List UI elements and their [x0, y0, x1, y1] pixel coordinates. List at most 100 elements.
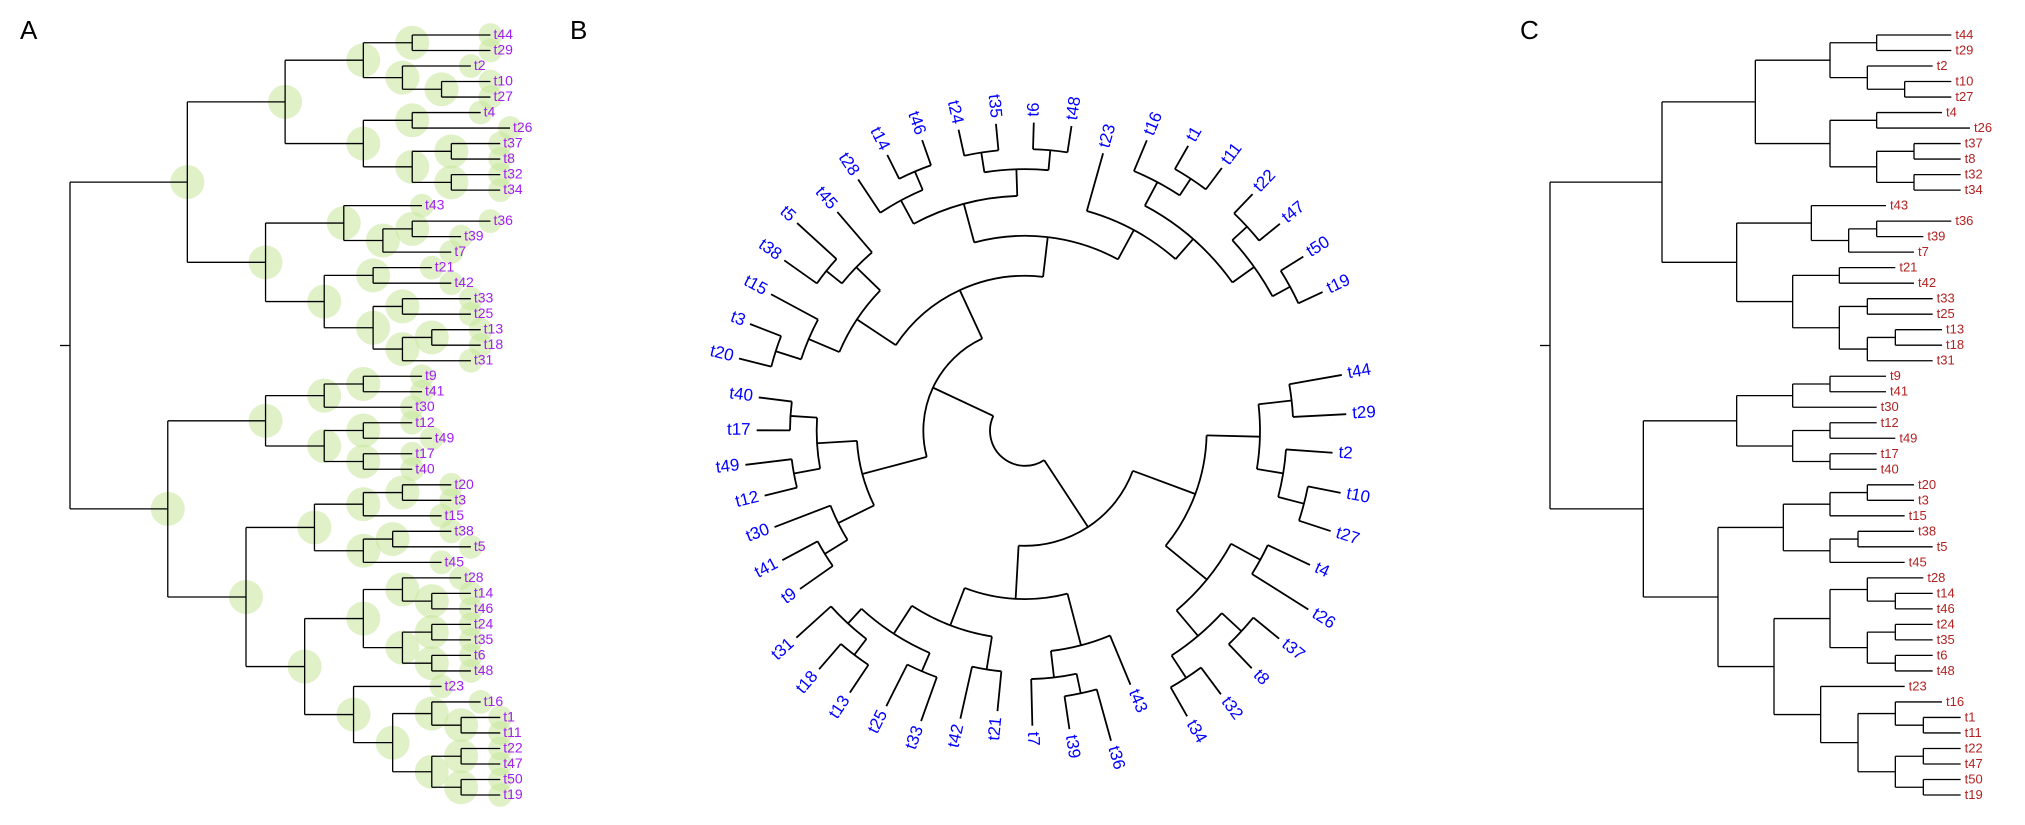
tip-label: t28 [464, 569, 484, 585]
tip-label: t13 [1946, 322, 1964, 337]
tip-label: t48 [1062, 95, 1084, 121]
tip-label: t5 [776, 202, 799, 226]
tip-label: t8 [503, 150, 515, 166]
tip-label: t25 [474, 305, 494, 321]
tip-label: t13 [484, 321, 504, 337]
tip-label: t25 [1937, 306, 1955, 321]
tip-label: t40 [415, 460, 435, 476]
tip-label: t50 [503, 770, 523, 786]
tip-label: t38 [755, 235, 785, 264]
tip-label: t8 [1965, 151, 1976, 166]
tip-label: t34 [1183, 716, 1211, 746]
tip-label: t42 [454, 274, 474, 290]
tip-label: t42 [1918, 275, 1936, 290]
tip-label: t43 [1890, 198, 1908, 213]
tip-label: t41 [1890, 384, 1908, 399]
tip-label: t7 [1024, 731, 1043, 746]
tip-label: t39 [464, 228, 484, 244]
tip-label: t35 [1937, 632, 1955, 647]
tip-label: t49 [715, 455, 741, 477]
tip-label: t31 [1937, 353, 1955, 368]
tip-label: t40 [1881, 461, 1899, 476]
tip-label: t29 [1352, 402, 1377, 422]
tip-label: t23 [445, 677, 465, 693]
tip-label: t46 [904, 109, 930, 138]
tip-label: t17 [415, 445, 435, 461]
tip-label: t32 [503, 166, 523, 182]
tree-panel-a: t44t29t2t10t27t4t26t37t8t32t34t43t36t39t… [30, 20, 570, 810]
tip-label: t5 [474, 538, 486, 554]
tip-label: t18 [484, 336, 504, 352]
tip-label: t41 [425, 383, 445, 399]
tip-label: t37 [503, 135, 523, 151]
tip-label: t7 [454, 243, 466, 259]
tip-label: t22 [1965, 740, 1983, 755]
tip-label: t50 [1965, 771, 1983, 786]
tip-label: t20 [708, 341, 736, 365]
tip-label: t8 [1250, 665, 1274, 688]
tip-label: t17 [727, 420, 751, 439]
tip-label: t44 [1346, 359, 1373, 382]
tip-label: t13 [825, 692, 854, 722]
tip-label: t26 [1309, 604, 1339, 633]
tip-label: t12 [415, 414, 435, 430]
tip-label: t27 [493, 88, 513, 104]
tip-label: t11 [1965, 725, 1982, 740]
tip-label: t48 [474, 662, 494, 678]
tip-label: t12 [733, 487, 761, 511]
tip-label: t14 [866, 124, 894, 154]
tip-label: t22 [503, 739, 523, 755]
tip-label: t30 [1881, 399, 1899, 414]
tip-label: t27 [1955, 89, 1973, 104]
tip-label: t2 [474, 57, 486, 73]
tip-label: t18 [792, 667, 822, 697]
tip-label: t23 [1095, 122, 1120, 150]
tip-label: t32 [1218, 693, 1247, 723]
tip-label: t25 [864, 707, 892, 737]
tip-label: t34 [1965, 182, 1983, 197]
tip-label: t20 [454, 476, 474, 492]
tip-label: t2 [1937, 58, 1948, 73]
tip-label: t12 [1881, 415, 1899, 430]
tip-label: t1 [1965, 709, 1976, 724]
tip-label: t3 [454, 491, 466, 507]
tip-label: t7 [1918, 244, 1929, 259]
tip-label: t20 [1918, 477, 1936, 492]
tip-label: t32 [1965, 167, 1983, 182]
tip-label: t6 [1937, 647, 1948, 662]
tip-label: t47 [503, 755, 523, 771]
tip-label: t3 [1918, 492, 1929, 507]
tip-label: t47 [1278, 197, 1308, 227]
tip-label: t28 [1927, 570, 1945, 585]
tip-label: t10 [1345, 484, 1372, 507]
tip-label: t49 [435, 429, 455, 445]
tip-label: t19 [503, 786, 523, 802]
tip-label: t24 [1937, 616, 1955, 631]
tip-label: t19 [1324, 270, 1353, 297]
tip-label: t19 [1965, 787, 1983, 802]
tip-label: t46 [1937, 601, 1955, 616]
tip-label: t42 [944, 722, 968, 749]
tip-label: t22 [1249, 165, 1279, 195]
tip-label: t21 [984, 716, 1005, 741]
tip-label: t36 [1104, 744, 1129, 772]
tip-label: t38 [1918, 523, 1936, 538]
tip-label: t38 [454, 522, 474, 538]
tip-label: t26 [1974, 120, 1992, 135]
tip-label: t47 [1965, 756, 1983, 771]
tip-label: t2 [1338, 443, 1354, 463]
tip-label: t11 [503, 724, 522, 740]
tip-label: t6 [474, 646, 486, 662]
tip-label: t37 [1278, 634, 1308, 664]
tip-label: t1 [1182, 123, 1206, 145]
tip-label: t4 [1312, 558, 1333, 581]
tip-label: t39 [1062, 734, 1084, 760]
tip-label: t33 [1937, 291, 1955, 306]
tip-label: t16 [1946, 694, 1964, 709]
tip-label: t30 [415, 398, 435, 414]
tip-label: t45 [445, 553, 465, 569]
tip-label: t6 [1023, 102, 1042, 117]
tip-label: t11 [1217, 139, 1246, 168]
tip-label: t5 [1937, 539, 1948, 554]
tip-label: t16 [484, 693, 504, 709]
